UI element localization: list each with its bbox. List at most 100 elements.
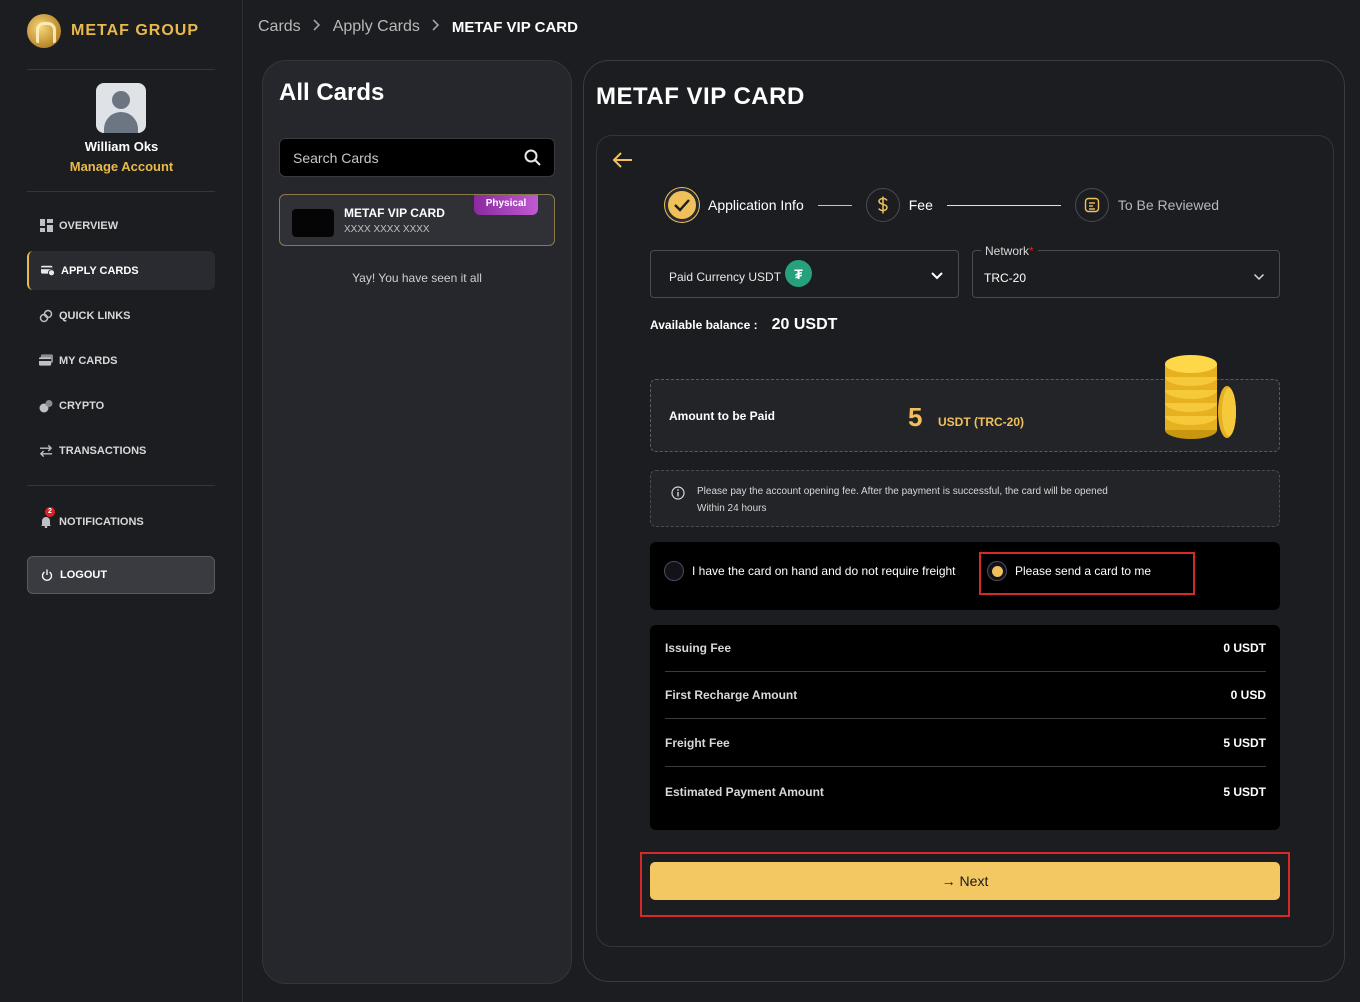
page-title: METAF VIP CARD [596, 83, 805, 110]
link-icon [39, 309, 53, 323]
dashboard-icon [39, 219, 53, 233]
sidebar-item-label: APPLY CARDS [61, 264, 139, 277]
fee-row-estimated: Estimated Payment Amount 5 USDT [665, 768, 1266, 815]
search-placeholder: Search Cards [293, 149, 379, 166]
sidebar-item-notifications[interactable]: 2 NOTIFICATIONS [27, 502, 215, 541]
amount-label: Amount to be Paid [669, 409, 775, 423]
step-connector [946, 204, 1061, 206]
step-to-be-reviewed: To Be Reviewed [1117, 197, 1220, 213]
avatar[interactable] [96, 83, 146, 133]
breadcrumb-current: METAF VIP CARD [451, 18, 578, 36]
sidebar: METAF GROUP William Oks Manage Account O… [0, 0, 243, 1002]
sidebar-item-apply-cards[interactable]: APPLY CARDS [27, 251, 215, 290]
fee-label: Issuing Fee [665, 641, 732, 655]
back-arrow-icon[interactable] [612, 151, 634, 174]
available-balance: Available balance : 20 USDT [650, 316, 837, 334]
step-connector [817, 204, 852, 206]
panel-title: All Cards [279, 79, 385, 106]
divider [27, 191, 215, 192]
search-icon[interactable] [524, 149, 542, 170]
check-icon [665, 188, 699, 222]
divider [27, 485, 215, 486]
tether-icon: ₮ [785, 260, 813, 287]
stepper: Application Info Fee To Be Reviewed [665, 188, 1219, 222]
breadcrumb-cards[interactable]: Cards [258, 18, 301, 36]
divider [27, 69, 215, 70]
notice-box: Please pay the account opening fee. Afte… [650, 470, 1280, 527]
network-select[interactable]: Network* TRC-20 [972, 244, 1280, 298]
fee-label: First Recharge Amount [665, 688, 798, 702]
sidebar-item-overview[interactable]: OVERVIEW [27, 206, 215, 245]
fee-label: Estimated Payment Amount [665, 784, 824, 799]
card-add-icon [41, 264, 55, 278]
network-label: Network* [981, 244, 1038, 258]
step-application-info: Application Info [708, 197, 804, 213]
review-icon [1074, 188, 1109, 222]
logout-button[interactable]: LOGOUT [27, 556, 215, 594]
amount-unit: USDT (TRC-20) [938, 415, 1024, 429]
card-list-item[interactable]: METAF VIP CARD XXXX XXXX XXXX Physical [279, 194, 555, 246]
logo-icon [27, 14, 61, 48]
fee-row-freight: Freight Fee 5 USDT [665, 720, 1266, 767]
fee-value: 0 USDT [1223, 641, 1266, 655]
logout-label: LOGOUT [60, 569, 108, 581]
card-application-panel: METAF VIP CARD Application Info Fee To B… [583, 60, 1345, 982]
manage-account-link[interactable]: Manage Account [0, 159, 243, 174]
fee-label: Freight Fee [665, 736, 730, 750]
crypto-icon [39, 399, 53, 413]
sidebar-item-label: MY CARDS [59, 354, 118, 367]
step-fee: Fee [908, 197, 933, 213]
end-of-list-message: Yay! You have seen it all [352, 271, 482, 285]
notice-text: Please pay the account opening fee. Afte… [697, 486, 1108, 514]
sidebar-item-transactions[interactable]: TRANSACTIONS [27, 431, 215, 470]
option-no-freight[interactable]: I have the card on hand and do not requi… [664, 561, 956, 581]
amount-to-pay-box: Amount to be Paid 5 USDT (TRC-20) [650, 355, 1280, 452]
sidebar-item-my-cards[interactable]: MY CARDS [27, 341, 215, 380]
sidebar-item-label: TRANSACTIONS [59, 444, 147, 457]
sidebar-item-quick-links[interactable]: QUICK LINKS [27, 296, 215, 335]
application-form: Application Info Fee To Be Reviewed Paid… [596, 135, 1334, 947]
physical-badge: Physical [474, 195, 538, 215]
brand-name: METAF GROUP [71, 22, 200, 39]
fee-row-issuing: Issuing Fee 0 USDT [665, 625, 1266, 672]
power-icon [40, 568, 54, 582]
balance-label: Available balance : [650, 318, 758, 332]
radio-selected[interactable] [987, 561, 1007, 581]
chevron-down-icon [930, 268, 944, 286]
chevron-down-icon [1253, 268, 1265, 286]
fee-summary: Issuing Fee 0 USDT First Recharge Amount… [650, 625, 1280, 830]
fee-value: 5 USDT [1223, 736, 1266, 750]
cards-icon [39, 354, 53, 368]
radio-unselected[interactable] [664, 561, 684, 581]
next-button[interactable]: → Next [650, 862, 1280, 900]
sidebar-item-label: CRYPTO [59, 399, 105, 412]
chevron-right-icon [432, 18, 440, 36]
sidebar-item-crypto[interactable]: CRYPTO [27, 386, 215, 425]
option-label: I have the card on hand and do not requi… [692, 564, 956, 578]
card-thumbnail [292, 209, 334, 237]
dollar-icon [865, 188, 900, 222]
search-input[interactable]: Search Cards [279, 138, 555, 177]
breadcrumb-apply-cards[interactable]: Apply Cards [333, 18, 420, 36]
card-number: XXXX XXXX XXXX [344, 224, 430, 235]
sidebar-item-label: OVERVIEW [59, 219, 119, 232]
fee-row-first-recharge: First Recharge Amount 0 USD [665, 672, 1266, 719]
balance-value: 20 USDT [771, 316, 838, 333]
amount-value: 5 [908, 402, 923, 432]
fee-value: 0 USD [1230, 688, 1266, 702]
coin-stack-icon [1163, 350, 1243, 447]
breadcrumb: Cards Apply Cards METAF VIP CARD [258, 18, 578, 36]
transfer-icon [39, 444, 53, 458]
sidebar-item-label: NOTIFICATIONS [59, 515, 144, 528]
info-icon [671, 486, 685, 505]
notification-badge: 2 [45, 507, 55, 517]
currency-label: Paid Currency USDT [669, 270, 782, 284]
brand-logo[interactable]: METAF GROUP [27, 14, 199, 48]
sidebar-item-label: QUICK LINKS [59, 309, 131, 322]
option-send-card[interactable]: Please send a card to me [987, 561, 1151, 581]
option-label: Please send a card to me [1015, 564, 1152, 578]
fee-value: 5 USDT [1223, 784, 1266, 799]
currency-select[interactable]: Paid Currency USDT ₮ [650, 250, 959, 298]
network-value: TRC-20 [984, 271, 1027, 285]
card-name: METAF VIP CARD [344, 206, 445, 220]
